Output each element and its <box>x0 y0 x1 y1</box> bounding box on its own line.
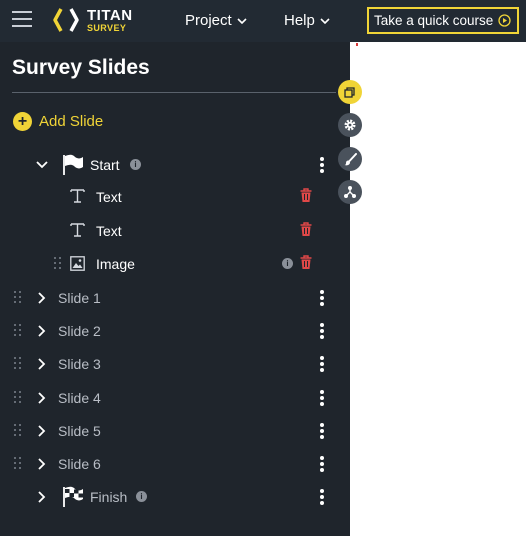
quick-course-button[interactable]: Take a quick course <box>367 7 519 34</box>
chevron-right-icon[interactable] <box>38 425 46 437</box>
element-row-image[interactable]: Image i <box>0 251 350 277</box>
checkered-flag-icon <box>63 486 83 507</box>
drag-handle-icon[interactable] <box>14 391 22 405</box>
chevron-down-icon <box>320 17 330 24</box>
chevron-right-icon[interactable] <box>38 458 46 470</box>
quick-course-label: Take a quick course <box>374 13 494 28</box>
more-options-icon[interactable] <box>320 356 324 372</box>
chevron-right-icon[interactable] <box>38 392 46 404</box>
chevron-right-icon[interactable] <box>38 325 46 337</box>
more-options-icon[interactable] <box>320 290 324 306</box>
element-label-text: Text <box>96 189 122 205</box>
canvas-marker <box>356 43 358 46</box>
slide-row-start[interactable]: Start i <box>0 152 350 178</box>
logo-text-titan: TITAN <box>87 7 133 24</box>
slide-row[interactable]: Slide 6 <box>0 451 350 477</box>
text-type-icon <box>70 223 85 237</box>
nav-help-menu[interactable]: Help <box>284 12 330 29</box>
play-circle-icon <box>498 14 511 27</box>
chevron-right-icon[interactable] <box>38 292 46 304</box>
slide-row[interactable]: Slide 5 <box>0 418 350 444</box>
slide-row[interactable]: Slide 2 <box>0 318 350 344</box>
drag-handle-icon[interactable] <box>14 424 22 438</box>
start-flag-icon <box>63 154 83 175</box>
info-icon[interactable]: i <box>130 159 141 170</box>
page-title: Survey Slides <box>12 56 150 79</box>
element-label-image: Image <box>96 256 135 272</box>
slide-row-finish[interactable]: Finish i <box>0 484 350 510</box>
image-type-icon <box>70 256 85 271</box>
slide-label: Slide 2 <box>58 323 101 339</box>
plus-circle-icon: + <box>13 112 32 131</box>
divider <box>12 92 336 93</box>
info-icon[interactable]: i <box>136 491 147 502</box>
slide-label: Slide 6 <box>58 456 101 472</box>
add-slide-label: Add Slide <box>39 113 104 130</box>
gear-icon <box>344 119 356 131</box>
add-slide-button[interactable]: + Add Slide <box>13 112 103 131</box>
slide-label: Slide 4 <box>58 390 101 406</box>
drag-handle-icon[interactable] <box>14 291 22 305</box>
info-icon[interactable]: i <box>282 258 293 269</box>
slide-label-start: Start <box>90 157 120 173</box>
logo-mark-icon <box>53 8 79 32</box>
hamburger-menu-icon[interactable] <box>12 11 32 29</box>
element-row-text[interactable]: Text <box>0 218 350 244</box>
nav-help-label: Help <box>284 12 315 29</box>
chevron-right-icon[interactable] <box>38 358 46 370</box>
nav-project-label: Project <box>185 12 232 29</box>
chevron-right-icon[interactable] <box>38 491 46 503</box>
trash-icon[interactable] <box>300 188 312 203</box>
top-bar: TITAN SURVEY Project Help Take a quick c… <box>0 0 526 42</box>
slide-label: Slide 3 <box>58 356 101 372</box>
more-options-icon[interactable] <box>320 157 324 173</box>
element-label-text: Text <box>96 223 122 239</box>
trash-icon[interactable] <box>300 222 312 237</box>
share-network-icon <box>344 186 356 198</box>
trash-icon[interactable] <box>300 255 312 270</box>
drag-handle-icon[interactable] <box>14 357 22 371</box>
chevron-down-icon[interactable] <box>36 161 48 169</box>
more-options-icon[interactable] <box>320 456 324 472</box>
nav-project-menu[interactable]: Project <box>185 12 247 29</box>
slide-label: Slide 1 <box>58 290 101 306</box>
titan-survey-logo[interactable]: TITAN SURVEY <box>52 6 142 36</box>
slide-label-finish: Finish <box>90 489 128 505</box>
brush-icon <box>344 152 357 165</box>
slide-row[interactable]: Slide 4 <box>0 385 350 411</box>
slides-sidebar: Survey Slides + Add Slide Start i Text T… <box>0 42 350 536</box>
logic-tool-button[interactable] <box>338 180 362 204</box>
logo-text-survey: SURVEY <box>87 23 127 33</box>
drag-handle-icon[interactable] <box>14 457 22 471</box>
drag-handle-icon[interactable] <box>54 257 62 271</box>
more-options-icon[interactable] <box>320 323 324 339</box>
style-tool-button[interactable] <box>338 147 362 171</box>
drag-handle-icon[interactable] <box>14 324 22 338</box>
slide-row[interactable]: Slide 3 <box>0 351 350 377</box>
slide-label: Slide 5 <box>58 423 101 439</box>
copy-icon <box>344 87 355 98</box>
slide-row[interactable]: Slide 1 <box>0 285 350 311</box>
more-options-icon[interactable] <box>320 390 324 406</box>
settings-tool-button[interactable] <box>338 113 362 137</box>
chevron-down-icon <box>237 17 247 24</box>
more-options-icon[interactable] <box>320 423 324 439</box>
copy-tool-button[interactable] <box>338 80 362 104</box>
text-type-icon <box>70 189 85 203</box>
element-row-text[interactable]: Text <box>0 184 350 210</box>
more-options-icon[interactable] <box>320 489 324 505</box>
